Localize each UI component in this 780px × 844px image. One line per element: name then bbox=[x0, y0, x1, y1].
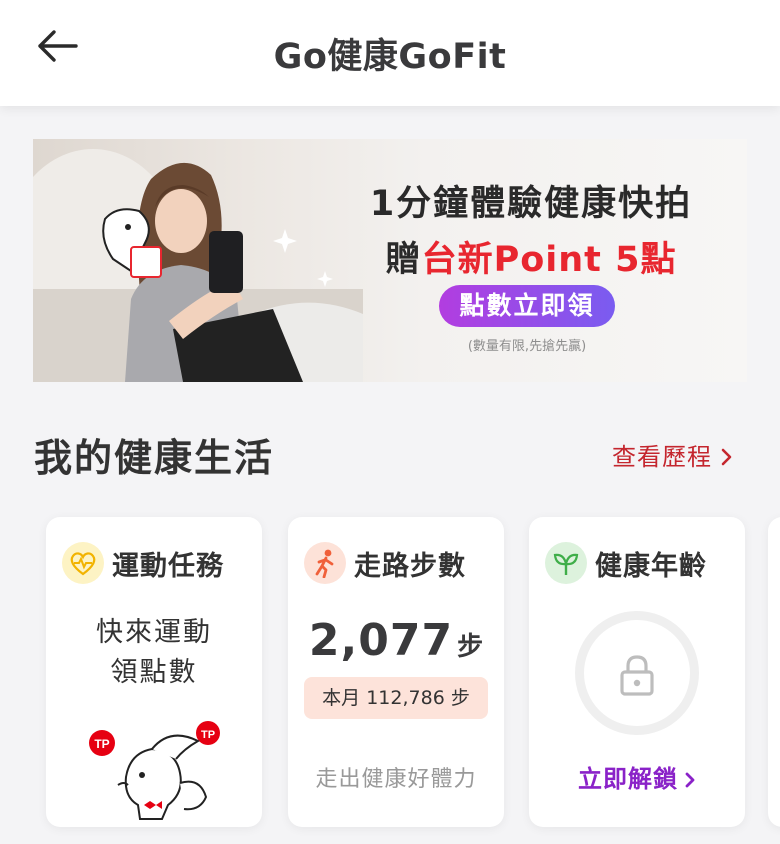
health-age-card-header: 健康年齡 bbox=[545, 541, 707, 585]
banner-subheadline: 贈台新Point 5點 bbox=[351, 231, 711, 282]
banner-points-highlight: 台新Point 5點 bbox=[421, 240, 677, 280]
banner-headline: 1分鐘體驗健康快拍 bbox=[369, 184, 693, 224]
steps-card-footer: 走出健康好體力 bbox=[315, 767, 477, 792]
next-card-peek[interactable] bbox=[768, 517, 780, 827]
mascot-badge-right: TP bbox=[201, 729, 215, 741]
exercise-message-line2: 領點數 bbox=[110, 657, 198, 688]
health-age-card-title: 健康年齡 bbox=[595, 550, 707, 582]
exercise-task-card[interactable]: 運動任務 快來運動 領點數 TP TP bbox=[46, 517, 262, 827]
claim-points-button[interactable]: 點數立即領 bbox=[439, 285, 615, 327]
banner-subheadline-prefix: 贈 bbox=[385, 240, 422, 280]
chevron-right-icon bbox=[721, 448, 732, 466]
app-header: Go健康GoFit bbox=[0, 0, 780, 106]
health-age-card[interactable]: 健康年齡 立即解鎖 bbox=[529, 517, 745, 827]
view-history-label: 查看歷程 bbox=[612, 443, 712, 471]
unlock-now-label: 立即解鎖 bbox=[578, 765, 678, 793]
steps-card-title: 走路步數 bbox=[354, 550, 466, 582]
exercise-card-message: 快來運動 領點數 bbox=[46, 613, 262, 693]
steps-card-header: 走路步數 bbox=[304, 541, 466, 585]
view-history-link[interactable]: 查看歷程 bbox=[612, 437, 732, 472]
lock-icon bbox=[620, 655, 654, 696]
chevron-right-icon bbox=[685, 772, 695, 788]
walking-person-icon bbox=[304, 542, 346, 584]
step-count-value: 2,077 bbox=[308, 615, 454, 666]
banner-photo-illustration bbox=[33, 149, 363, 382]
step-count-unit: 步 bbox=[457, 632, 484, 662]
banner-disclaimer: (數量有限,先搶先贏) bbox=[467, 339, 587, 354]
heart-pulse-icon bbox=[62, 542, 104, 584]
sprout-icon bbox=[545, 542, 587, 584]
exercise-card-header: 運動任務 bbox=[62, 541, 224, 585]
promo-banner[interactable]: 1分鐘體驗健康快拍 贈台新Point 5點 點數立即領 (數量有限,先搶先贏) bbox=[33, 139, 747, 382]
mascot-badge-left: TP bbox=[94, 737, 109, 751]
monthly-steps-badge: 本月 112,786 步 bbox=[304, 677, 488, 719]
dog-mascot-illustration: TP TP bbox=[89, 721, 220, 820]
walking-steps-card[interactable]: 走路步數 2,077 步 本月 112,786 步 走出健康好體力 bbox=[288, 517, 504, 827]
exercise-message-line1: 快來運動 bbox=[96, 617, 212, 648]
section-title: 我的健康生活 bbox=[34, 436, 275, 480]
page-title: Go健康GoFit bbox=[273, 37, 507, 77]
exercise-card-title: 運動任務 bbox=[112, 550, 224, 582]
unlock-now-button[interactable]: 立即解鎖 bbox=[529, 759, 745, 794]
step-count: 2,077 步 bbox=[288, 615, 504, 666]
